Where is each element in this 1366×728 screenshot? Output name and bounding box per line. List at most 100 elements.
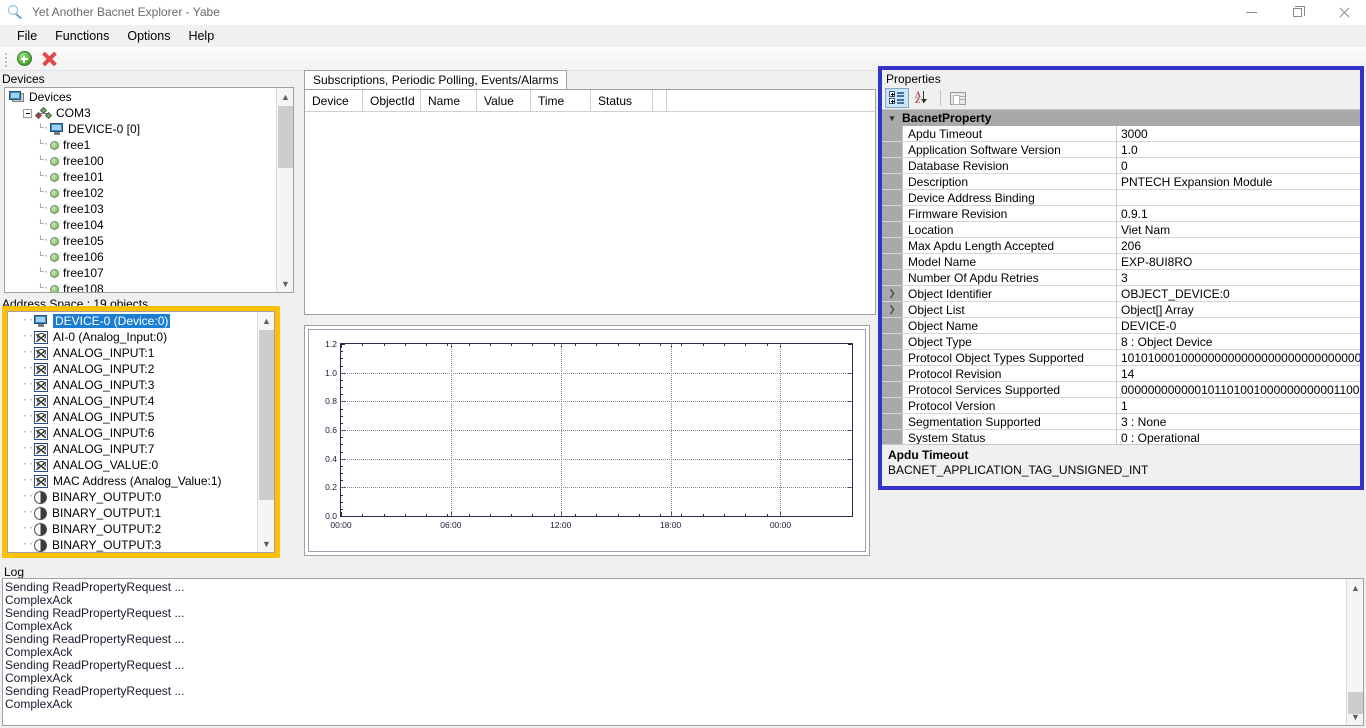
address-space-item[interactable]: ····ANALOG_INPUT:6 bbox=[8, 425, 257, 441]
address-space-item[interactable]: ····ANALOG_INPUT:2 bbox=[8, 361, 257, 377]
menu-functions[interactable]: Functions bbox=[46, 26, 118, 46]
collapse-expander-icon[interactable] bbox=[23, 109, 32, 118]
property-value[interactable]: Object[] Array bbox=[1117, 302, 1360, 317]
device-tree-node[interactable]: └··DEVICE-0 [0] bbox=[5, 121, 276, 137]
property-row[interactable]: LocationViet Nam bbox=[882, 222, 1360, 238]
property-value[interactable]: OBJECT_DEVICE:0 bbox=[1117, 286, 1360, 301]
properties-category-row[interactable]: ▾ BacnetProperty bbox=[882, 110, 1360, 126]
property-row[interactable]: DescriptionPNTECH Expansion Module bbox=[882, 174, 1360, 190]
property-value[interactable]: 101010001000000000000000000000000000000 bbox=[1117, 350, 1360, 365]
address-space-item[interactable]: ····BINARY_OUTPUT:0 bbox=[8, 489, 257, 505]
address-space-item[interactable]: ····ANALOG_VALUE:0 bbox=[8, 457, 257, 473]
chevron-right-icon[interactable]: ❯ bbox=[882, 302, 902, 317]
subscriptions-grid[interactable]: DeviceObjectIdNameValueTimeStatus bbox=[304, 89, 876, 315]
property-row[interactable]: Number Of Apdu Retries3 bbox=[882, 270, 1360, 286]
device-tree-node[interactable]: └··free100 bbox=[5, 153, 276, 169]
scroll-up-icon[interactable]: ▲ bbox=[277, 88, 294, 105]
device-tree-node[interactable]: └··free1 bbox=[5, 137, 276, 153]
chevron-right-icon[interactable]: ❯ bbox=[882, 286, 902, 301]
property-row[interactable]: Segmentation Supported3 : None bbox=[882, 414, 1360, 430]
property-row[interactable]: Apdu Timeout3000 bbox=[882, 126, 1360, 142]
scroll-thumb[interactable] bbox=[278, 106, 293, 168]
property-row[interactable]: Database Revision0 bbox=[882, 158, 1360, 174]
chevron-down-icon[interactable]: ▾ bbox=[882, 113, 902, 124]
device-tree-node[interactable]: └··free102 bbox=[5, 185, 276, 201]
scroll-up-icon[interactable]: ▲ bbox=[1347, 579, 1364, 596]
address-space-item[interactable]: ····ANALOG_INPUT:7 bbox=[8, 441, 257, 457]
property-row[interactable]: Protocol Object Types Supported101010001… bbox=[882, 350, 1360, 366]
device-tree-node[interactable]: └··free106 bbox=[5, 249, 276, 265]
property-value[interactable]: 0 : Operational bbox=[1117, 430, 1360, 445]
devices-tree-scrollbar[interactable]: ▲ ▼ bbox=[276, 88, 293, 292]
property-row[interactable]: Protocol Services Supported0000000000001… bbox=[882, 382, 1360, 398]
column-header-objectid[interactable]: ObjectId bbox=[363, 90, 421, 112]
address-space-item[interactable]: ····BINARY_OUTPUT:3 bbox=[8, 537, 257, 552]
device-tree-node[interactable]: └··free101 bbox=[5, 169, 276, 185]
property-row[interactable]: ❯Object ListObject[] Array bbox=[882, 302, 1360, 318]
column-header-device[interactable]: Device bbox=[305, 90, 363, 112]
device-tree-node[interactable]: COM3 bbox=[5, 105, 276, 121]
property-row[interactable]: Model NameEXP-8UI8RO bbox=[882, 254, 1360, 270]
close-button[interactable] bbox=[1320, 0, 1366, 25]
column-header-value[interactable]: Value bbox=[477, 90, 531, 112]
scroll-up-icon[interactable]: ▲ bbox=[258, 312, 275, 329]
property-pages-button[interactable] bbox=[946, 88, 970, 108]
maximize-button[interactable] bbox=[1274, 0, 1320, 25]
property-value[interactable]: 0.9.1 bbox=[1117, 206, 1360, 221]
property-value[interactable]: 206 bbox=[1117, 238, 1360, 253]
property-value[interactable]: PNTECH Expansion Module bbox=[1117, 174, 1360, 189]
device-tree-node[interactable]: Devices bbox=[5, 89, 276, 105]
categorized-button[interactable] bbox=[885, 88, 909, 108]
property-value[interactable]: Viet Nam bbox=[1117, 222, 1360, 237]
property-value[interactable]: 000000000000101101001000000000001100000 bbox=[1117, 382, 1360, 397]
property-value[interactable]: 8 : Object Device bbox=[1117, 334, 1360, 349]
column-header-time[interactable]: Time bbox=[531, 90, 591, 112]
address-space-item[interactable]: ····ANALOG_INPUT:3 bbox=[8, 377, 257, 393]
property-value[interactable]: 1 bbox=[1117, 398, 1360, 413]
property-row[interactable]: Object Type8 : Object Device bbox=[882, 334, 1360, 350]
address-space-item[interactable]: ····AI-0 (Analog_Input:0) bbox=[8, 329, 257, 345]
property-value[interactable]: 3000 bbox=[1117, 126, 1360, 141]
address-space-item[interactable]: ····ANALOG_INPUT:5 bbox=[8, 409, 257, 425]
address-space-scrollbar[interactable]: ▲ ▼ bbox=[257, 312, 274, 552]
minimize-button[interactable] bbox=[1228, 0, 1274, 25]
log-scrollbar[interactable]: ▲ ▼ bbox=[1346, 579, 1363, 725]
property-row[interactable]: Device Address Binding bbox=[882, 190, 1360, 206]
property-row[interactable]: Protocol Revision14 bbox=[882, 366, 1360, 382]
menu-options[interactable]: Options bbox=[118, 26, 179, 46]
device-tree-node[interactable]: └··free105 bbox=[5, 233, 276, 249]
column-header-name[interactable]: Name bbox=[421, 90, 477, 112]
device-tree-node[interactable]: └··free103 bbox=[5, 201, 276, 217]
property-row[interactable]: Application Software Version1.0 bbox=[882, 142, 1360, 158]
property-row[interactable]: Protocol Version1 bbox=[882, 398, 1360, 414]
column-header-status[interactable]: Status bbox=[591, 90, 653, 112]
add-device-button[interactable] bbox=[13, 48, 35, 70]
property-row[interactable]: Max Apdu Length Accepted206 bbox=[882, 238, 1360, 254]
devices-tree[interactable]: DevicesCOM3└··DEVICE-0 [0]└··free1└··fre… bbox=[4, 87, 294, 293]
scroll-down-icon[interactable]: ▼ bbox=[1347, 708, 1364, 725]
property-value[interactable]: 14 bbox=[1117, 366, 1360, 381]
property-value[interactable] bbox=[1117, 190, 1360, 205]
remove-device-button[interactable] bbox=[38, 48, 60, 70]
scroll-down-icon[interactable]: ▼ bbox=[258, 535, 275, 552]
address-space-item[interactable]: ····BINARY_OUTPUT:1 bbox=[8, 505, 257, 521]
address-space-item[interactable]: ····DEVICE-0 (Device:0) bbox=[8, 313, 257, 329]
property-value[interactable]: 3 bbox=[1117, 270, 1360, 285]
property-value[interactable]: 1.0 bbox=[1117, 142, 1360, 157]
property-value[interactable]: 0 bbox=[1117, 158, 1360, 173]
device-tree-node[interactable]: └··free107 bbox=[5, 265, 276, 281]
scroll-down-icon[interactable]: ▼ bbox=[277, 275, 294, 292]
trend-chart-panel[interactable]: 1.21.00.80.60.40.20.000:0006:0012:0018:0… bbox=[304, 325, 870, 556]
address-space-tree[interactable]: ····DEVICE-0 (Device:0)····AI-0 (Analog_… bbox=[7, 311, 275, 553]
menu-help[interactable]: Help bbox=[179, 26, 223, 46]
property-row[interactable]: Object NameDEVICE-0 bbox=[882, 318, 1360, 334]
alphabetical-sort-button[interactable]: AZ bbox=[911, 88, 935, 108]
property-value[interactable]: DEVICE-0 bbox=[1117, 318, 1360, 333]
device-tree-node[interactable]: └··free104 bbox=[5, 217, 276, 233]
tab-subscriptions[interactable]: Subscriptions, Periodic Polling, Events/… bbox=[304, 70, 567, 90]
properties-grid[interactable]: ▾ BacnetProperty Apdu Timeout3000Applica… bbox=[882, 109, 1360, 448]
column-header-blank[interactable] bbox=[653, 90, 667, 112]
property-row[interactable]: Firmware Revision0.9.1 bbox=[882, 206, 1360, 222]
log-panel[interactable]: Sending ReadPropertyRequest ...ComplexAc… bbox=[2, 578, 1364, 726]
menu-file[interactable]: File bbox=[8, 26, 46, 46]
